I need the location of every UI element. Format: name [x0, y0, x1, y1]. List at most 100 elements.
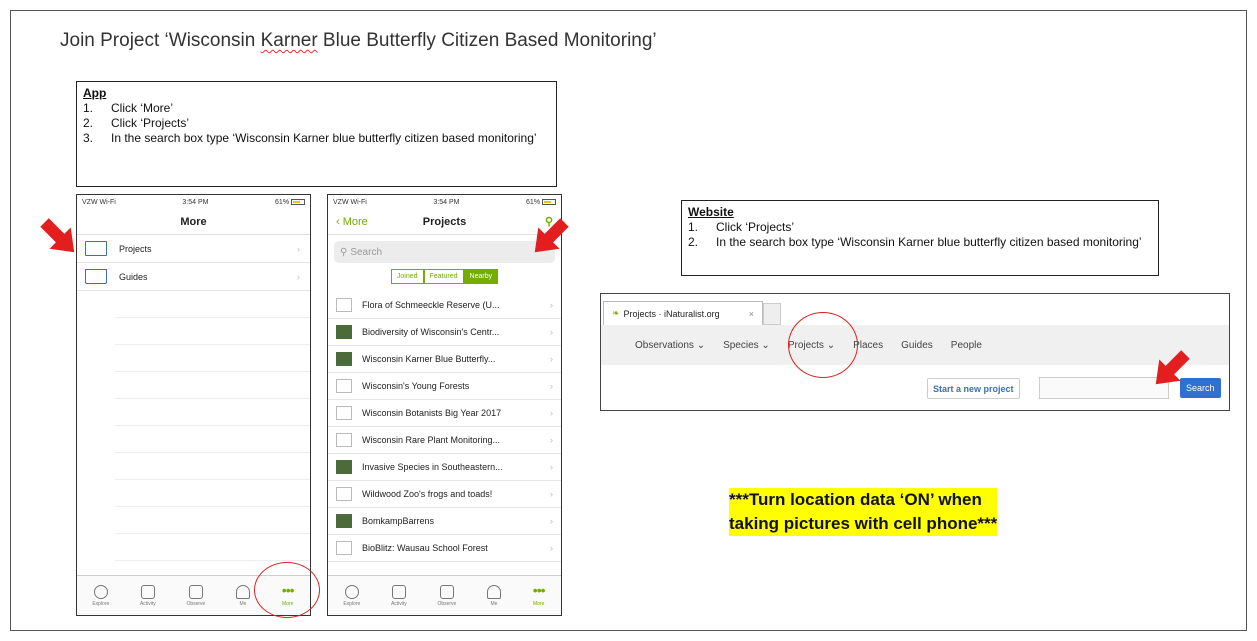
tab-explore[interactable]: Explore — [92, 584, 109, 607]
project-thumbnail — [336, 379, 352, 393]
project-list-item[interactable]: Wisconsin Botanists Big Year 2017 › — [328, 400, 561, 427]
project-search-area: Start a new project Search — [601, 365, 1229, 410]
globe-icon — [93, 584, 108, 599]
folder-icon — [85, 241, 107, 256]
project-list-item[interactable]: Flora of Schmeeckle Reserve (U... › — [328, 292, 561, 319]
nav-people[interactable]: People — [951, 340, 982, 351]
website-step: 1. Click ‘Projects’ — [688, 220, 795, 234]
project-list-item[interactable]: BioBlitz: Wausau School Forest › — [328, 535, 561, 562]
phone-projects-screen: VZW Wi-Fi 3:54 PM 61% ‹ More Projects ⚲ ⚲ S… — [327, 194, 562, 616]
tab-activity[interactable]: Activity — [391, 584, 407, 607]
nav-observations[interactable]: Observations ⌄ — [635, 340, 705, 351]
project-thumbnail — [336, 406, 352, 420]
nav-species[interactable]: Species ⌄ — [723, 340, 770, 351]
project-thumbnail — [336, 514, 352, 528]
list-icon — [391, 584, 406, 599]
page-title: Join Project ‘Wisconsin Karner Blue Butt… — [60, 30, 657, 51]
person-icon — [487, 584, 501, 599]
phone-more-screen: VZW Wi-Fi 3:54 PM 61% More Projects › Guide… — [76, 194, 311, 616]
menu-item-guides[interactable]: Guides › — [77, 263, 310, 291]
app-step: 3. In the search box type ‘Wisconsin Karn… — [83, 131, 537, 145]
project-list: Flora of Schmeeckle Reserve (U... › Biodiv… — [328, 292, 561, 562]
search-button[interactable]: Search — [1180, 378, 1221, 398]
project-search-input[interactable]: ⚲ Search — [334, 241, 555, 263]
chevron-right-icon: › — [550, 354, 553, 364]
app-step: 1. Click ‘More’ — [83, 101, 174, 115]
close-icon[interactable]: × — [749, 309, 754, 319]
website-heading: Website — [688, 205, 734, 219]
nav-bar: ‹ More Projects ⚲ — [328, 209, 561, 235]
chevron-right-icon: › — [550, 462, 553, 472]
app-step: 2. Click ‘Projects’ — [83, 116, 190, 130]
tab-activity[interactable]: Activity — [140, 584, 156, 607]
nav-guides[interactable]: Guides — [901, 340, 933, 351]
project-name: Wildwood Zoo's frogs and toads! — [362, 489, 493, 499]
project-name: Flora of Schmeeckle Reserve (U... — [362, 300, 500, 310]
website-instructions: Website 1. Click ‘Projects’ 2. In the sear… — [681, 200, 1159, 276]
project-list-item[interactable]: Biodiversity of Wisconsin's Centr... › — [328, 319, 561, 346]
project-thumbnail — [336, 325, 352, 339]
segment-nearby[interactable]: Nearby — [463, 269, 499, 284]
browser-tab[interactable]: ❧ Projects · iNaturalist.org × — [603, 301, 763, 325]
person-icon — [236, 584, 250, 599]
chevron-right-icon: › — [550, 327, 553, 337]
start-new-project-button[interactable]: Start a new project — [927, 378, 1020, 399]
segment-joined[interactable]: Joined — [390, 269, 424, 284]
tab-more[interactable]: ••• More — [532, 581, 546, 607]
search-icon[interactable]: ⚲ — [545, 215, 553, 228]
tab-me[interactable]: Me — [236, 584, 250, 607]
project-thumbnail — [336, 460, 352, 474]
more-dots-icon: ••• — [532, 581, 546, 598]
project-name: Wisconsin Rare Plant Monitoring... — [362, 435, 501, 445]
project-thumbnail — [336, 541, 352, 555]
location-note: ***Turn location data ‘ON’ when taking p… — [729, 488, 998, 536]
chevron-right-icon: › — [550, 516, 553, 526]
app-instructions: App 1. Click ‘More’ 2. Click ‘Projects’ 3.… — [76, 81, 557, 187]
project-thumbnail — [336, 487, 352, 501]
project-list-item[interactable]: Invasive Species in Southeastern... › — [328, 454, 561, 481]
status-bar: VZW Wi-Fi 3:54 PM 61% — [328, 195, 561, 209]
list-icon — [140, 584, 155, 599]
chevron-right-icon: › — [550, 300, 553, 310]
website-search-input[interactable] — [1039, 377, 1169, 399]
book-icon — [85, 269, 107, 284]
project-list-item[interactable]: Wisconsin Rare Plant Monitoring... › — [328, 427, 561, 454]
project-thumbnail — [336, 433, 352, 447]
tab-observe[interactable]: Observe — [437, 584, 456, 607]
tab-explore[interactable]: Explore — [343, 584, 360, 607]
project-name: Wisconsin Karner Blue Butterfly... — [362, 354, 496, 364]
app-heading: App — [83, 86, 107, 100]
project-list-item[interactable]: Wisconsin's Young Forests › — [328, 373, 561, 400]
leaf-icon: ❧ — [612, 308, 620, 318]
tab-me[interactable]: Me — [487, 584, 501, 607]
project-name: Invasive Species in Southeastern... — [362, 462, 503, 472]
project-thumbnail — [336, 298, 352, 312]
chevron-right-icon: › — [550, 408, 553, 418]
tab-observe[interactable]: Observe — [186, 584, 205, 607]
chevron-right-icon: › — [297, 243, 300, 254]
chevron-right-icon: › — [550, 435, 553, 445]
segment-control: Joined Featured Nearby — [328, 269, 561, 284]
segment-featured[interactable]: Featured — [423, 269, 464, 284]
project-list-item[interactable]: Wisconsin Karner Blue Butterfly... › — [328, 346, 561, 373]
project-list-item[interactable]: BomkampBarrens › — [328, 508, 561, 535]
camera-icon — [188, 584, 203, 599]
highlight-circle — [254, 562, 320, 618]
project-thumbnail — [336, 352, 352, 366]
website-screenshot: ❧ Projects · iNaturalist.org × Observation… — [600, 293, 1230, 411]
project-name: BomkampBarrens — [362, 516, 435, 526]
camera-icon — [439, 584, 454, 599]
back-button[interactable]: ‹ More — [336, 216, 368, 228]
chevron-right-icon: › — [297, 271, 300, 282]
project-list-item[interactable]: Wildwood Zoo's frogs and toads! › — [328, 481, 561, 508]
website-step: 2. In the search box type ‘Wisconsin Karn… — [688, 235, 1142, 249]
chevron-right-icon: › — [550, 543, 553, 553]
chevron-right-icon: › — [550, 489, 553, 499]
status-bar: VZW Wi-Fi 3:54 PM 61% — [77, 195, 310, 209]
new-tab-button[interactable] — [763, 303, 781, 325]
tab-bar: Explore Activity Observe Me ••• More — [328, 575, 561, 615]
site-nav: Observations ⌄ Species ⌄ Projects ⌄ Plac… — [601, 325, 1229, 365]
project-name: BioBlitz: Wausau School Forest — [362, 543, 488, 553]
menu-item-projects[interactable]: Projects › — [77, 235, 310, 263]
nav-bar: More — [77, 209, 310, 235]
